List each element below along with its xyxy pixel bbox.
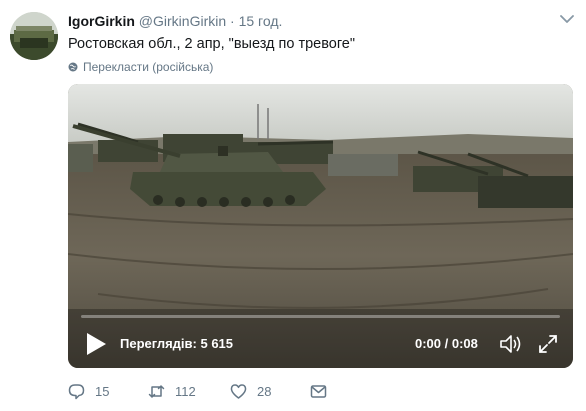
author-name[interactable]: IgorGirkin	[68, 13, 135, 29]
reply-count: 15	[95, 384, 110, 399]
direct-message-button[interactable]	[310, 383, 327, 400]
envelope-icon	[310, 385, 327, 398]
chevron-down-icon[interactable]	[560, 14, 574, 24]
retweet-count: 112	[175, 384, 196, 399]
like-button[interactable]: 28	[230, 383, 271, 400]
separator-dot: ·	[230, 13, 235, 29]
tweet-timestamp[interactable]: 15 год.	[239, 13, 283, 29]
heart-icon	[230, 384, 247, 399]
reply-button[interactable]: 15	[68, 383, 109, 400]
translate-label: Перекласти (російська)	[83, 60, 214, 74]
tweet-header: IgorGirkin @GirkinGirkin · 15 год.	[68, 13, 282, 29]
retweet-icon	[148, 385, 165, 398]
view-count: Переглядів: 5 615	[120, 336, 234, 351]
fullscreen-icon[interactable]	[538, 334, 558, 354]
like-count: 28	[257, 384, 272, 399]
translate-link[interactable]: Перекласти (російська)	[68, 60, 213, 74]
tweet-text: Ростовская обл., 2 апр, "выезд по тревог…	[68, 36, 356, 52]
play-icon[interactable]	[85, 332, 107, 356]
globe-icon	[68, 62, 78, 72]
reply-icon	[68, 384, 85, 400]
video-controls: Переглядів: 5 615 0:00 / 0:08	[68, 318, 573, 368]
avatar[interactable]	[10, 12, 58, 60]
avatar-image	[10, 12, 58, 60]
volume-icon[interactable]	[500, 334, 522, 354]
retweet-button[interactable]: 112	[148, 383, 196, 400]
video-duration: 0:00 / 0:08	[415, 336, 478, 351]
author-handle[interactable]: @GirkinGirkin	[139, 13, 226, 29]
video-player[interactable]: Переглядів: 5 615 0:00 / 0:08	[68, 84, 573, 368]
